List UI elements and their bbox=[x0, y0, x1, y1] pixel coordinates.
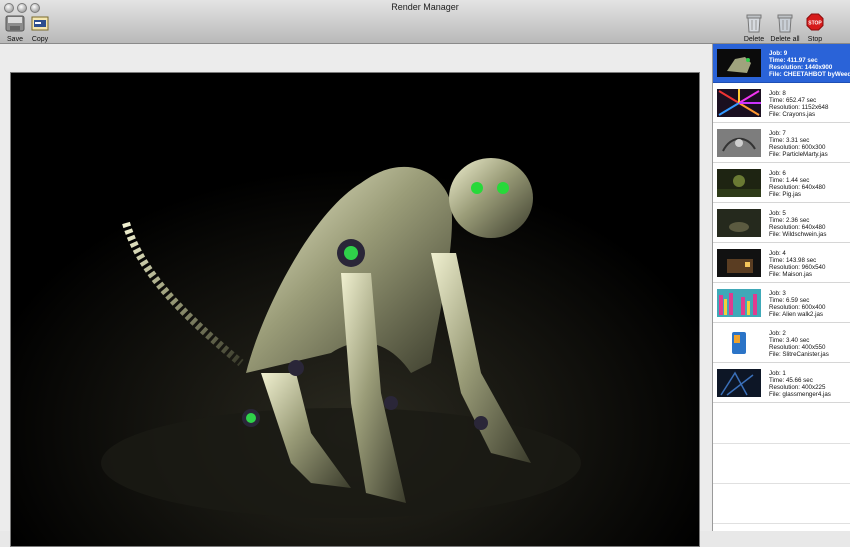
job-row[interactable]: Job: 1 Time: 45.66 sec Resolution: 400x225… bbox=[713, 364, 850, 403]
job-time: Time: 411.97 sec bbox=[769, 57, 818, 64]
job-number: Job: 9 bbox=[769, 50, 788, 57]
empty-list-row bbox=[713, 524, 850, 531]
job-row[interactable]: Job: 9 Time: 411.97 sec Resolution: 1440x9… bbox=[713, 44, 850, 83]
job-time: Time: 652.47 sec bbox=[769, 97, 817, 104]
job-thumbnail bbox=[717, 289, 761, 317]
job-info: Job: 9 Time: 411.97 sec Resolution: 1440x9… bbox=[769, 50, 850, 78]
job-resolution: Resolution: 640x480 bbox=[769, 224, 826, 231]
job-file: File: Wildschwein.jas bbox=[769, 231, 827, 238]
job-resolution: Resolution: 1440x900 bbox=[769, 64, 833, 71]
job-info: Job: 5 Time: 2.36 sec Resolution: 640x480 F… bbox=[769, 210, 826, 238]
preview-area bbox=[0, 44, 712, 547]
delete-all-button[interactable]: Delete all bbox=[769, 13, 801, 43]
job-thumbnail bbox=[717, 209, 761, 237]
job-thumbnail bbox=[717, 369, 761, 397]
job-number: Job: 2 bbox=[769, 330, 786, 337]
job-info: Job: 1 Time: 45.66 sec Resolution: 400x225… bbox=[769, 370, 831, 398]
job-number: Job: 4 bbox=[769, 250, 786, 257]
job-thumbnail bbox=[717, 249, 761, 277]
job-file: File: Maison.jas bbox=[769, 271, 812, 278]
job-time: Time: 3.40 sec bbox=[769, 337, 810, 344]
job-file: File: CHEETAHBOT byWeedoM bbox=[769, 71, 850, 78]
job-row[interactable]: Job: 3 Time: 6.59 sec Resolution: 600x400 F… bbox=[713, 284, 850, 323]
job-number: Job: 1 bbox=[769, 370, 786, 377]
job-number: Job: 7 bbox=[769, 130, 786, 137]
job-row[interactable]: Job: 2 Time: 3.40 sec Resolution: 400x550 F… bbox=[713, 324, 850, 363]
job-number: Job: 6 bbox=[769, 170, 786, 177]
job-row[interactable]: Job: 5 Time: 2.36 sec Resolution: 640x480 F… bbox=[713, 204, 850, 243]
copy-icon bbox=[31, 16, 49, 31]
stop-icon-text: STOP bbox=[808, 21, 822, 27]
job-file: File: Crayons.jas bbox=[769, 111, 816, 118]
job-file: File: SlitreCanister.jas bbox=[769, 351, 829, 358]
job-info: Job: 4 Time: 143.98 sec Resolution: 960x54… bbox=[769, 250, 825, 278]
job-time: Time: 45.66 sec bbox=[769, 377, 813, 384]
save-icon bbox=[5, 15, 25, 32]
window-title: Render Manager bbox=[391, 2, 459, 12]
job-row[interactable]: Job: 8 Time: 652.47 sec Resolution: 1152x6… bbox=[713, 84, 850, 123]
job-resolution: Resolution: 400x550 bbox=[769, 344, 826, 351]
save-label: Save bbox=[7, 36, 23, 43]
job-file: File: ParticleMarty.jas bbox=[769, 151, 828, 158]
delete-label: Delete bbox=[743, 36, 765, 43]
job-time: Time: 3.31 sec bbox=[769, 137, 810, 144]
job-info: Job: 2 Time: 3.40 sec Resolution: 400x550 F… bbox=[769, 330, 829, 358]
job-row[interactable]: Job: 4 Time: 143.98 sec Resolution: 960x54… bbox=[713, 244, 850, 283]
job-file: File: glassmenger4.jas bbox=[769, 391, 831, 398]
delete-all-label: Delete all bbox=[770, 36, 800, 43]
job-resolution: Resolution: 960x540 bbox=[769, 264, 826, 271]
job-row[interactable]: Job: 6 Time: 1.44 sec Resolution: 640x480 F… bbox=[713, 164, 850, 203]
stop-icon: STOP bbox=[806, 13, 824, 31]
job-thumbnail bbox=[717, 129, 761, 157]
trash-all-icon bbox=[777, 14, 793, 33]
job-thumbnail bbox=[717, 89, 761, 117]
job-info: Job: 8 Time: 652.47 sec Resolution: 1152x6… bbox=[769, 90, 828, 118]
empty-list-row bbox=[713, 484, 850, 524]
window-titlebar: Render Manager Save Copy Delete Delete a… bbox=[0, 0, 850, 44]
job-info: Job: 6 Time: 1.44 sec Resolution: 640x480 F… bbox=[769, 170, 825, 198]
job-time: Time: 2.36 sec bbox=[769, 217, 810, 224]
trash-icon bbox=[746, 14, 762, 33]
job-resolution: Resolution: 640x480 bbox=[769, 184, 826, 191]
job-number: Job: 8 bbox=[769, 90, 786, 97]
job-time: Time: 1.44 sec bbox=[769, 177, 810, 184]
delete-button[interactable]: Delete bbox=[742, 13, 766, 43]
job-info: Job: 3 Time: 6.59 sec Resolution: 600x400 F… bbox=[769, 290, 825, 318]
job-number: Job: 3 bbox=[769, 290, 786, 297]
copy-button[interactable]: Copy bbox=[29, 13, 51, 43]
render-preview bbox=[10, 72, 700, 547]
job-thumbnail bbox=[717, 169, 761, 197]
job-number: Job: 5 bbox=[769, 210, 786, 217]
job-thumbnail bbox=[717, 49, 761, 77]
empty-list-row bbox=[713, 404, 850, 444]
empty-list-row bbox=[713, 444, 850, 484]
job-file: File: Alien walk2.jas bbox=[769, 311, 823, 318]
job-time: Time: 143.98 sec bbox=[769, 257, 817, 264]
job-file: File: Pig.jas bbox=[769, 191, 801, 198]
job-info: Job: 7 Time: 3.31 sec Resolution: 600x300 F… bbox=[769, 130, 828, 158]
stop-label: Stop bbox=[807, 36, 823, 43]
job-list: Job: 9 Time: 411.97 sec Resolution: 1440x9… bbox=[712, 44, 850, 531]
job-time: Time: 6.59 sec bbox=[769, 297, 810, 304]
stop-button[interactable]: STOP Stop bbox=[805, 13, 825, 43]
copy-label: Copy bbox=[31, 36, 49, 43]
job-row[interactable]: Job: 7 Time: 3.31 sec Resolution: 600x300 F… bbox=[713, 124, 850, 163]
cheetah-robot-render-image bbox=[11, 73, 699, 546]
job-resolution: Resolution: 600x300 bbox=[769, 144, 826, 151]
save-button[interactable]: Save bbox=[4, 13, 26, 43]
job-thumbnail bbox=[717, 329, 761, 357]
job-resolution: Resolution: 400x225 bbox=[769, 384, 826, 391]
job-resolution: Resolution: 1152x648 bbox=[769, 104, 829, 111]
job-resolution: Resolution: 600x400 bbox=[769, 304, 826, 311]
